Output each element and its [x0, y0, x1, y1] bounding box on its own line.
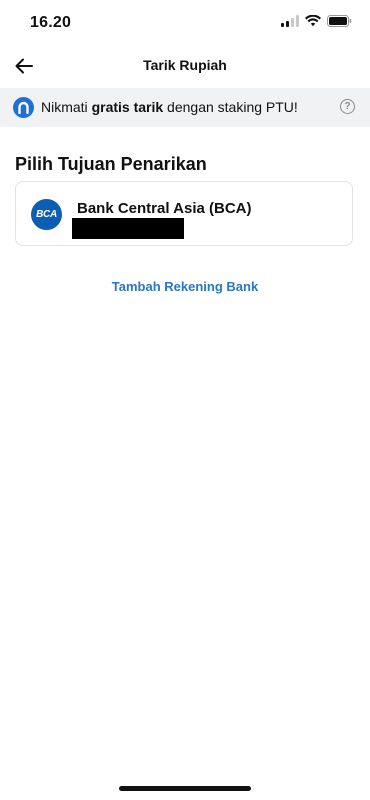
account-number-redacted [72, 218, 184, 239]
pintu-logo-icon [13, 97, 34, 118]
promo-banner[interactable]: Nikmati gratis tarik dengan staking PTU!… [0, 88, 370, 127]
promo-text-suffix: dengan staking PTU! [163, 99, 298, 115]
battery-icon [327, 15, 352, 27]
cellular-signal-icon [281, 15, 299, 27]
home-indicator [119, 786, 251, 791]
wifi-icon [305, 15, 321, 27]
status-icons [281, 15, 352, 27]
bank-name: Bank Central Asia (BCA) [77, 200, 252, 217]
page-title: Tarik Rupiah [143, 57, 227, 73]
promo-text-prefix: Nikmati [41, 99, 92, 115]
nav-bar: Tarik Rupiah [0, 44, 370, 88]
promo-text: Nikmati gratis tarik dengan staking PTU! [41, 99, 298, 115]
withdraw-rupiah-screen: 16.20 Tarik Rupiah Nikmati gratis tarik … [0, 0, 370, 800]
bank-account-card[interactable]: BCA Bank Central Asia (BCA) [15, 181, 353, 246]
add-bank-account-link[interactable]: Tambah Rekening Bank [0, 279, 370, 294]
section-title: Pilih Tujuan Penarikan [15, 154, 207, 174]
status-time: 16.20 [30, 14, 72, 31]
question-circle-icon[interactable]: ? [340, 99, 355, 114]
promo-text-bold: gratis tarik [91, 99, 164, 115]
bca-logo-icon: BCA [31, 199, 62, 230]
status-bar: 16.20 [0, 0, 370, 44]
